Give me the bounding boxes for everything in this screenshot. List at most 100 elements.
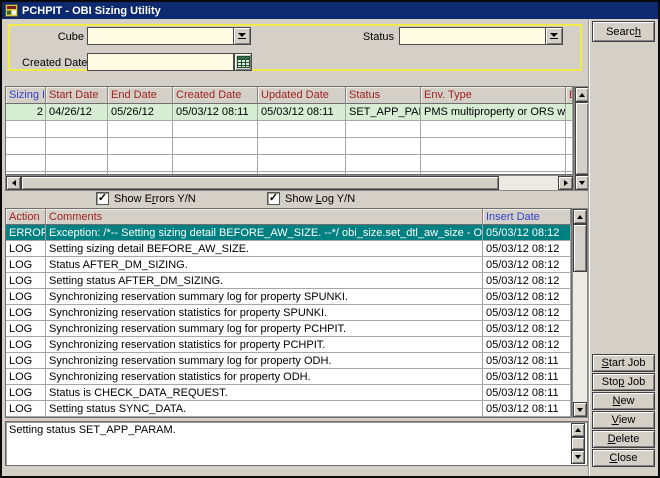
table-cell [421,121,566,138]
table-cell: 05/03/12 08:11 [173,104,258,121]
table-row[interactable]: LOGSynchronizing reservation statistics … [6,337,571,353]
scroll-right-button[interactable] [558,176,573,190]
calendar-icon [237,56,250,68]
column-header[interactable]: Env. Type [421,87,566,104]
status-detail-box[interactable]: Setting status SET_APP_PARAM. [5,421,588,466]
table-row-empty[interactable] [6,121,573,138]
stop-job-button[interactable]: Stop Job [592,373,655,391]
scroll-down-button[interactable] [573,402,587,417]
table-cell: Synchronizing reservation summary log fo… [46,353,483,369]
table-row[interactable]: LOGStatus is CHECK_DATA_REQUEST.05/03/12… [6,385,571,401]
table-cell: LOG [6,401,46,417]
delete-button[interactable]: Delete [592,430,655,448]
scroll-down-button[interactable] [575,175,589,190]
column-header[interactable]: End Date [108,87,173,104]
scroll-up-button[interactable] [575,87,589,102]
status-dropdown-value[interactable] [399,27,545,45]
log-vertical-scrollbar[interactable] [572,208,588,418]
table-cell: 05/03/12 08:12 [483,257,571,273]
column-header[interactable]: Start Date [46,87,108,104]
table-cell: Setting status AFTER_DM_SIZING. [46,273,483,289]
table-cell [46,121,108,138]
table-row[interactable]: LOGSetting sizing detail BEFORE_AW_SIZE.… [6,241,571,257]
table-row-empty[interactable] [6,155,573,172]
status-dropdown[interactable] [399,27,563,45]
jobs-horizontal-scrollbar[interactable] [5,175,574,191]
cube-dropdown[interactable] [87,27,251,45]
table-row[interactable]: LOGSynchronizing reservation summary log… [6,321,571,337]
arrow-up-icon [579,93,585,97]
cube-dropdown-button[interactable] [233,27,251,45]
table-cell: Status is CHECK_DATA_REQUEST. [46,385,483,401]
table-cell: 05/03/12 08:11 [483,385,571,401]
scrollbar-thumb[interactable] [575,102,589,175]
column-header[interactable]: Sizing ID [6,87,46,104]
table-cell: 05/03/12 08:12 [483,337,571,353]
column-header[interactable]: E [566,87,573,104]
scroll-up-button[interactable] [571,423,585,437]
scrollbar-thumb[interactable] [571,437,585,450]
table-cell [108,138,173,155]
arrow-up-icon [577,215,583,219]
column-header[interactable]: Action [6,209,46,225]
table-row[interactable]: LOGSynchronizing reservation statistics … [6,369,571,385]
table-cell [6,121,46,138]
table-cell [346,138,421,155]
table-cell: Synchronizing reservation summary log fo… [46,289,483,305]
show-errors-checkbox[interactable]: ✓ [96,192,109,205]
table-cell: 2 [6,104,46,121]
arrow-down-icon [579,181,585,185]
new-button[interactable]: New [592,392,655,410]
column-header[interactable]: Updated Date [258,87,346,104]
calendar-button[interactable] [234,53,252,71]
status-dropdown-button[interactable] [545,27,563,45]
cube-dropdown-value[interactable] [87,27,233,45]
table-row[interactable]: LOGSetting status SYNC_DATA.05/03/12 08:… [6,401,571,417]
close-button[interactable]: Close [592,449,655,467]
scroll-up-button[interactable] [573,209,587,224]
table-cell: LOG [6,321,46,337]
table-cell: LOG [6,241,46,257]
status-detail-text: Setting status SET_APP_PARAM. [9,424,569,436]
table-cell: LOG [6,369,46,385]
scrollbar-thumb[interactable] [573,224,587,272]
table-row[interactable]: LOGSynchronizing reservation summary log… [6,289,571,305]
table-row-empty[interactable] [6,138,573,155]
table-cell [566,155,573,172]
column-header[interactable]: Insert Date [483,209,571,225]
table-row[interactable]: ERRORException: /*-- Setting sizing deta… [6,225,571,241]
arrow-down-icon [577,408,583,412]
table-cell: LOG [6,289,46,305]
jobs-table: Sizing IDStart DateEnd DateCreated DateU… [5,86,574,175]
table-cell: 05/03/12 08:12 [483,241,571,257]
column-header[interactable]: Comments [46,209,483,225]
table-cell [258,155,346,172]
scrollbar-thumb[interactable] [21,176,499,190]
view-button[interactable]: View [592,411,655,429]
search-button[interactable]: Search [592,21,655,42]
scroll-down-button[interactable] [571,450,585,464]
app-window: PCHPIT - OBI Sizing Utility Cube Status … [0,0,660,478]
table-cell: 05/03/12 08:11 [258,104,346,121]
table-cell: Synchronizing reservation statistics for… [46,337,483,353]
column-header[interactable]: Created Date [173,87,258,104]
table-cell: Exception: /*-- Setting sizing detail BE… [46,225,483,241]
table-row[interactable]: LOGSynchronizing reservation statistics … [6,305,571,321]
scroll-left-button[interactable] [6,176,21,190]
column-header[interactable]: Status [346,87,421,104]
show-log-checkbox[interactable]: ✓ [267,192,280,205]
table-row[interactable]: LOGStatus AFTER_DM_SIZING.05/03/12 08:12 [6,257,571,273]
detail-vertical-scrollbar[interactable] [571,423,586,464]
start-job-button[interactable]: Start Job [592,354,655,372]
table-cell: 05/03/12 08:12 [483,305,571,321]
table-cell [46,155,108,172]
table-cell [346,155,421,172]
table-cell: Synchronizing reservation statistics for… [46,369,483,385]
table-cell: LOG [6,257,46,273]
table-row[interactable]: LOGSetting status AFTER_DM_SIZING.05/03/… [6,273,571,289]
created-date-input[interactable] [87,53,234,71]
table-cell [108,121,173,138]
table-row[interactable]: 204/26/1205/26/1205/03/12 08:1105/03/12 … [6,104,573,121]
table-row[interactable]: LOGSynchronizing reservation summary log… [6,353,571,369]
table-cell [566,104,573,121]
